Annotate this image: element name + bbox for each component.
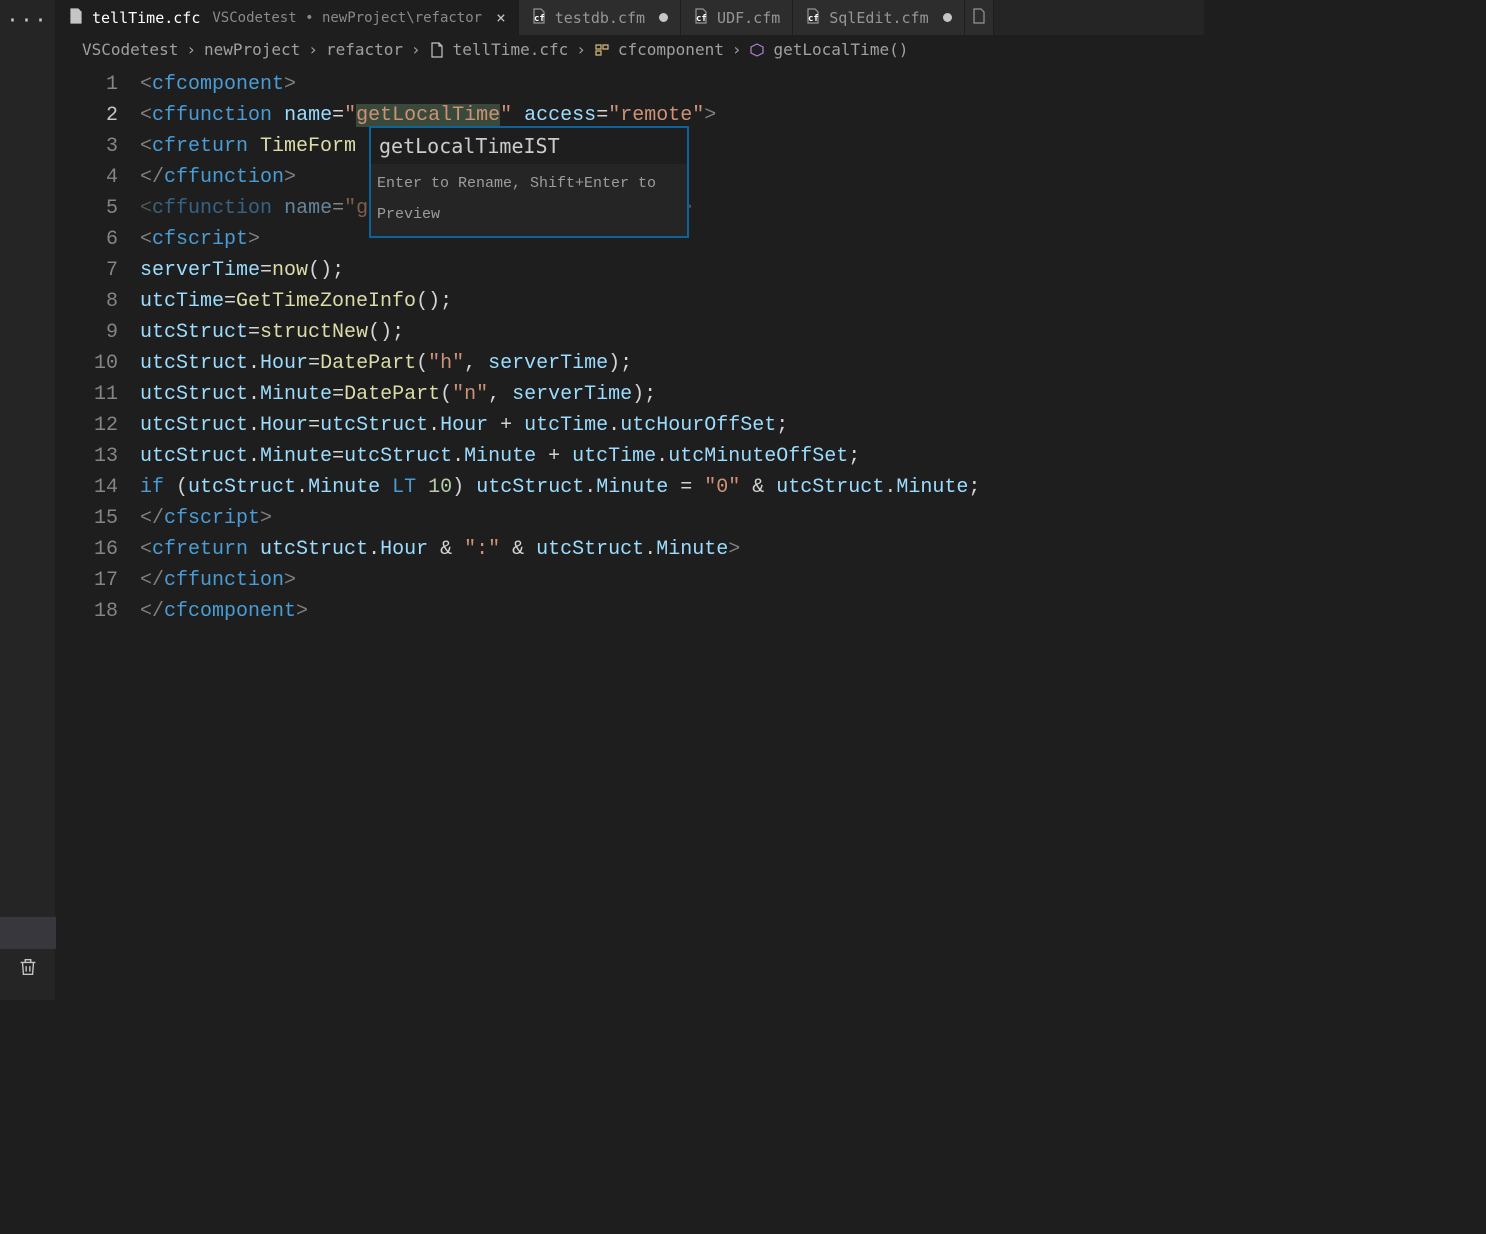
tab-sqledit[interactable]: cf SqlEdit.cfm (793, 0, 964, 35)
cf-file-icon: cf (805, 8, 821, 28)
code-line: </cffunction> (140, 565, 1204, 596)
editor-tabs: tellTime.cfc VSCodetest • newProject\ref… (56, 0, 1204, 35)
activity-bar: ··· (0, 0, 56, 1000)
chevron-right-icon: › (576, 40, 586, 59)
code-line: utcStruct.Hour=utcStruct.Hour + utcTime.… (140, 410, 1204, 441)
tab-label: SqlEdit.cfm (829, 9, 928, 27)
code-line: utcStruct=structNew(); (140, 317, 1204, 348)
chevron-right-icon: › (732, 40, 742, 59)
breadcrumb-item[interactable]: VSCodetest (82, 40, 178, 59)
cf-file-icon: cf (531, 8, 547, 28)
code-editor[interactable]: 123456789101112131415161718 <cfcomponent… (56, 63, 1204, 1000)
rename-input[interactable] (371, 128, 687, 164)
rename-widget: Enter to Rename, Shift+Enter to Preview (369, 126, 689, 238)
svg-text:cf: cf (696, 14, 707, 24)
activity-indicator (0, 917, 56, 949)
modified-dot-icon (943, 13, 952, 22)
symbol-class-icon (594, 40, 610, 59)
tab-telltime[interactable]: tellTime.cfc VSCodetest • newProject\ref… (56, 0, 519, 35)
chevron-right-icon: › (308, 40, 318, 59)
svg-text:cf: cf (808, 14, 819, 24)
chevron-right-icon: › (186, 40, 196, 59)
code-line: utcStruct.Minute=utcStruct.Minute + utcT… (140, 441, 1204, 472)
modified-dot-icon (659, 13, 668, 22)
line-gutter: 123456789101112131415161718 (56, 63, 140, 1000)
tab-label: tellTime.cfc (92, 9, 200, 27)
code-line: <cfcomponent> (140, 69, 1204, 100)
code-line: if (utcStruct.Minute LT 10) utcStruct.Mi… (140, 472, 1204, 503)
more-icon[interactable]: ··· (0, 0, 55, 32)
cf-file-icon (971, 8, 987, 28)
symbol-method-icon (749, 40, 765, 59)
code-line: utcTime=GetTimeZoneInfo(); (140, 286, 1204, 317)
tab-overflow[interactable] (965, 0, 994, 35)
code-line: </cfcomponent> (140, 596, 1204, 627)
code-line: </cfscript> (140, 503, 1204, 534)
tab-label: testdb.cfm (555, 9, 645, 27)
close-icon[interactable]: × (496, 8, 506, 27)
trash-icon[interactable] (17, 963, 39, 982)
breadcrumb-item[interactable]: cfcomponent (618, 40, 724, 59)
chevron-right-icon: › (411, 40, 421, 59)
file-icon (429, 40, 445, 59)
code-line: <cfreturn utcStruct.Hour & ":" & utcStru… (140, 534, 1204, 565)
code-line: utcStruct.Minute=DatePart("n", serverTim… (140, 379, 1204, 410)
breadcrumb[interactable]: VSCodetest › newProject › refactor › tel… (56, 35, 1204, 63)
code-line: serverTime=now(); (140, 255, 1204, 286)
code-line: utcStruct.Hour=DatePart("h", serverTime)… (140, 348, 1204, 379)
rename-hint: Enter to Rename, Shift+Enter to Preview (371, 164, 687, 236)
breadcrumb-item[interactable]: newProject (204, 40, 300, 59)
file-icon (68, 8, 84, 28)
code-area[interactable]: <cfcomponent> <cffunction name="getLocal… (140, 63, 1204, 1000)
tab-label: UDF.cfm (717, 9, 780, 27)
tab-sublabel: VSCodetest • newProject\refactor (212, 10, 482, 26)
tab-udf[interactable]: cf UDF.cfm (681, 0, 793, 35)
breadcrumb-item[interactable]: refactor (326, 40, 403, 59)
cf-file-icon: cf (693, 8, 709, 28)
breadcrumb-item[interactable]: tellTime.cfc (453, 40, 569, 59)
tab-testdb[interactable]: cf testdb.cfm (519, 0, 681, 35)
svg-text:cf: cf (534, 14, 545, 24)
breadcrumb-item[interactable]: getLocalTime() (773, 40, 908, 59)
